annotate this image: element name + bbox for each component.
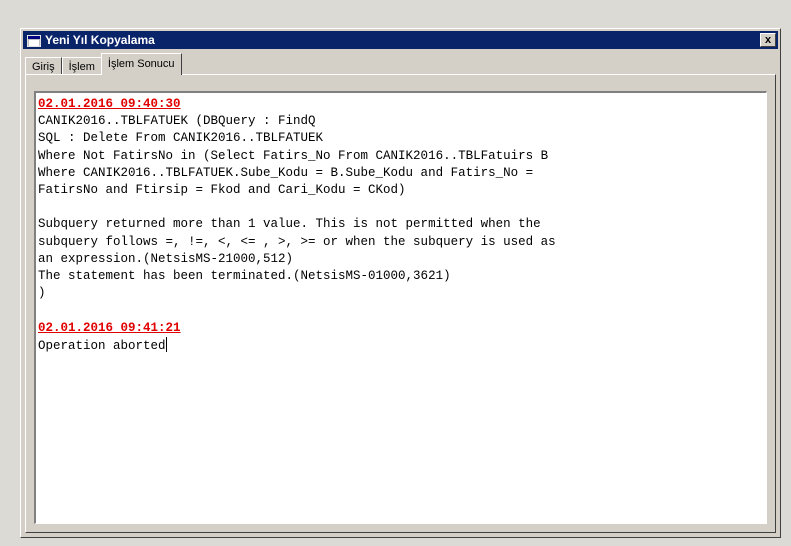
window-icon [26, 34, 42, 48]
app-window: Yeni Yıl Kopyalama x Giriş İşlem İşlem S… [20, 28, 781, 538]
title-bar[interactable]: Yeni Yıl Kopyalama x [23, 31, 778, 49]
window-title: Yeni Yıl Kopyalama [45, 33, 155, 47]
log-line: SQL : Delete From CANIK2016..TBLFATUEK [38, 131, 324, 146]
tab-panel: 02.01.2016 09:40:30 CANIK2016..TBLFATUEK … [25, 74, 776, 533]
log-blank-line [38, 302, 764, 319]
log-line: Subquery returned more than 1 value. Thi… [38, 217, 541, 232]
log-timestamp: 02.01.2016 09:41:21 [38, 320, 181, 335]
tab-strip: Giriş İşlem İşlem Sonucu [25, 53, 182, 75]
tab-islem-sonucu[interactable]: İşlem Sonucu [100, 53, 182, 75]
log-timestamp-line: 02.01.2016 09:41:21 [38, 320, 764, 337]
log-line: CANIK2016..TBLFATUEK (DBQuery : FindQ [38, 114, 316, 129]
log-line: an expression.(NetsisMS-21000,512) [38, 251, 294, 266]
tab-islem[interactable]: İşlem [61, 57, 102, 75]
log-timestamp-line: 02.01.2016 09:40:30 [38, 96, 764, 113]
tab-giris[interactable]: Giriş [25, 57, 62, 75]
result-log-textarea[interactable]: 02.01.2016 09:40:30 CANIK2016..TBLFATUEK … [34, 91, 767, 524]
log-line: Operation aborted [38, 336, 167, 353]
close-icon: x [764, 33, 772, 46]
close-button[interactable]: x [760, 33, 776, 47]
log-line: The statement has been terminated.(Netsi… [38, 269, 451, 284]
text-caret [165, 336, 167, 352]
log-timestamp: 02.01.2016 09:40:30 [38, 97, 181, 111]
log-line: subquery follows =, !=, <, <= , >, >= or… [38, 234, 556, 249]
log-line: Where CANIK2016..TBLFATUEK.Sube_Kodu = B… [38, 165, 534, 180]
log-line: Where Not FatirsNo in (Select Fatirs_No … [38, 148, 549, 163]
log-line: ) [38, 286, 46, 301]
log-line: FatirsNo and Ftirsip = Fkod and Cari_Kod… [38, 183, 406, 198]
